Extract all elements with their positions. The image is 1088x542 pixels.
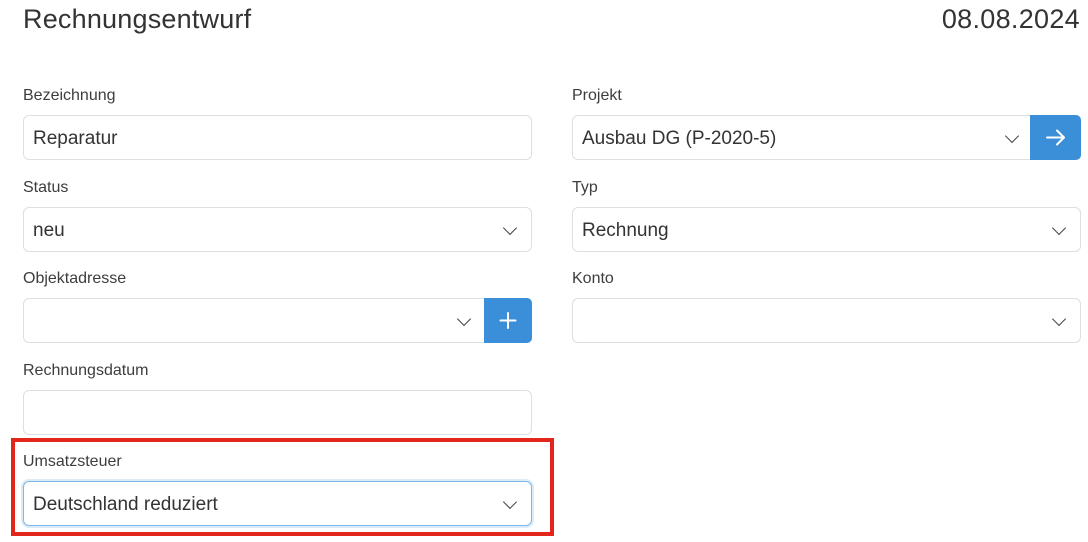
konto-label: Konto xyxy=(572,270,614,287)
rechnungsdatum-input[interactable] xyxy=(23,390,532,435)
status-value: neu xyxy=(33,220,65,241)
typ-select[interactable]: Rechnung xyxy=(572,207,1081,252)
chevron-down-icon xyxy=(502,494,518,509)
bezeichnung-input[interactable]: Reparatur xyxy=(23,115,532,160)
projekt-open-button[interactable] xyxy=(1030,115,1081,160)
projekt-select[interactable]: Ausbau DG (P-2020-5) xyxy=(572,115,1034,160)
umsatzsteuer-value: Deutschland reduziert xyxy=(33,494,218,515)
projekt-label: Projekt xyxy=(572,87,622,104)
invoice-date-header: 08.08.2024 xyxy=(941,4,1080,34)
chevron-down-icon xyxy=(1051,311,1067,326)
chevron-down-icon xyxy=(456,311,472,326)
typ-value: Rechnung xyxy=(582,220,669,241)
projekt-value: Ausbau DG (P-2020-5) xyxy=(582,128,777,149)
status-select[interactable]: neu xyxy=(23,207,532,252)
add-objektadresse-button[interactable] xyxy=(484,298,532,343)
typ-label: Typ xyxy=(572,179,598,196)
objektadresse-label: Objektadresse xyxy=(23,270,127,287)
arrow-right-icon xyxy=(1046,129,1065,146)
umsatzsteuer-select[interactable]: Deutschland reduziert xyxy=(23,481,532,526)
chevron-down-icon xyxy=(1051,220,1067,235)
page-title: Rechnungsentwurf xyxy=(23,4,252,34)
plus-icon xyxy=(499,312,517,329)
konto-select[interactable] xyxy=(572,298,1081,343)
rechnungsdatum-label: Rechnungsdatum xyxy=(23,362,149,379)
chevron-down-icon xyxy=(502,220,518,235)
objektadresse-select[interactable] xyxy=(23,298,488,343)
chevron-down-icon xyxy=(1004,128,1020,143)
bezeichnung-value: Reparatur xyxy=(33,128,118,149)
umsatzsteuer-label: Umsatzsteuer xyxy=(23,453,122,470)
bezeichnung-label: Bezeichnung xyxy=(23,87,116,104)
status-label: Status xyxy=(23,179,69,196)
